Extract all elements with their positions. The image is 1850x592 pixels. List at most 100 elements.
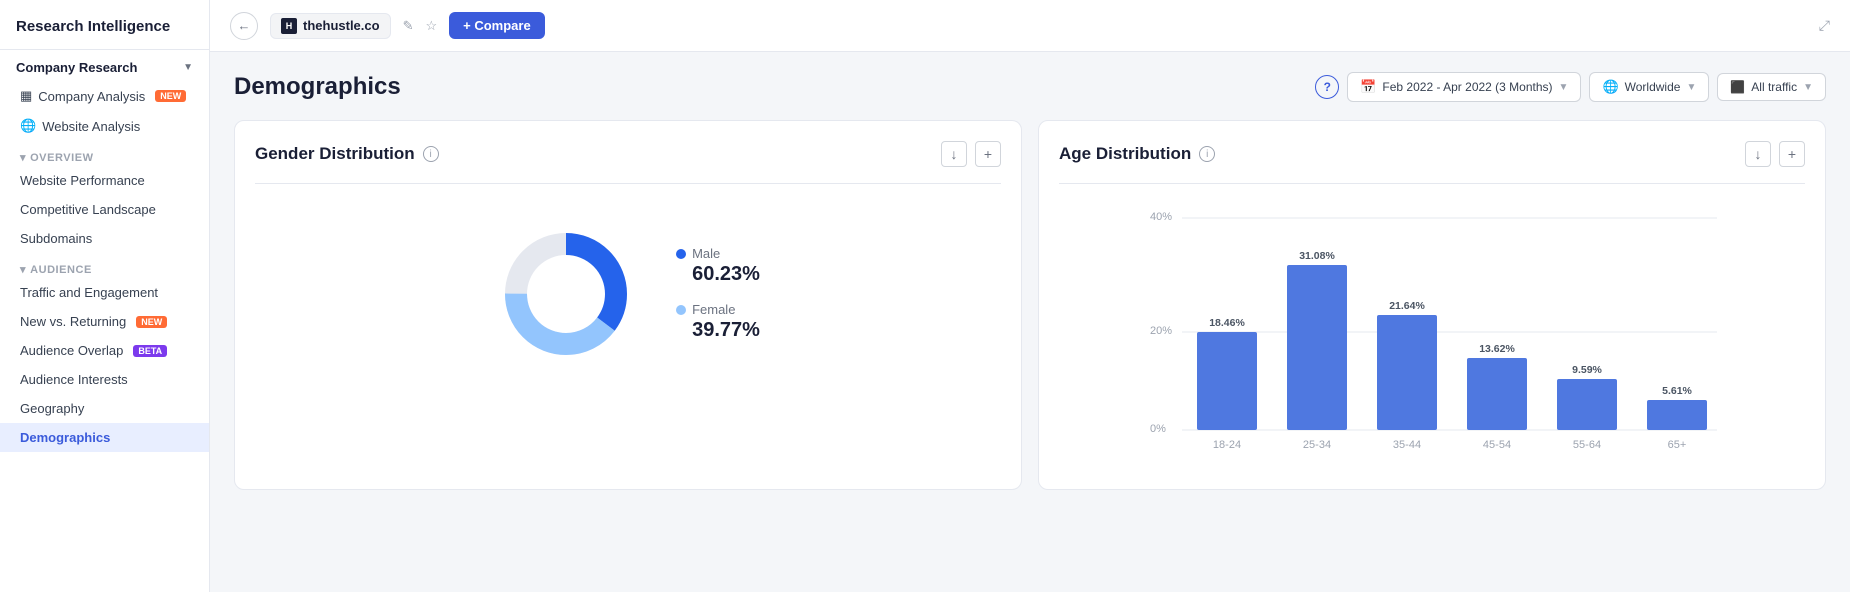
y-label-40: 40% bbox=[1150, 211, 1172, 223]
gender-chart-header: Gender Distribution i ↓ + bbox=[255, 141, 1001, 167]
male-value: 60.23% bbox=[692, 263, 760, 286]
bar-18-24 bbox=[1197, 332, 1257, 430]
bar-chart-area: 40% 20% 0% 18.46% 18-24 bbox=[1059, 204, 1805, 469]
gender-add-button[interactable]: + bbox=[975, 141, 1001, 167]
gender-title-row: Gender Distribution i bbox=[255, 144, 439, 164]
bar-35-44 bbox=[1377, 315, 1437, 430]
geography-label: Geography bbox=[20, 401, 84, 416]
gender-chart-card: Gender Distribution i ↓ + bbox=[234, 120, 1022, 490]
bar-45-54 bbox=[1467, 358, 1527, 430]
female-dot bbox=[676, 305, 686, 315]
x-label-45-54: 45-54 bbox=[1483, 439, 1511, 451]
page-header: Demographics ? 📅 Feb 2022 - Apr 2022 (3 … bbox=[234, 72, 1826, 102]
y-label-0: 0% bbox=[1150, 423, 1166, 435]
male-label: Male bbox=[692, 246, 720, 261]
demographics-label: Demographics bbox=[20, 430, 110, 445]
sidebar-item-audience-interests[interactable]: Audience Interests bbox=[0, 365, 209, 394]
overview-sub-label: ▾ Overview bbox=[0, 141, 209, 166]
site-name: thehustle.co bbox=[303, 18, 380, 33]
sidebar-item-audience-overlap[interactable]: Audience Overlap BETA bbox=[0, 336, 209, 365]
edit-icon[interactable]: ✎ bbox=[403, 18, 414, 34]
age-chart-card: Age Distribution i ↓ + 40% 20% 0% bbox=[1038, 120, 1826, 490]
date-filter-button[interactable]: 📅 Feb 2022 - Apr 2022 (3 Months) ▼ bbox=[1347, 72, 1581, 102]
geo-filter-label: Worldwide bbox=[1625, 80, 1681, 94]
beta-badge: BETA bbox=[133, 345, 167, 357]
x-label-35-44: 35-44 bbox=[1393, 439, 1421, 451]
female-legend-item: Female 39.77% bbox=[676, 302, 760, 342]
bar-25-34 bbox=[1287, 265, 1347, 430]
age-title-row: Age Distribution i bbox=[1059, 144, 1215, 164]
compare-button[interactable]: + Compare bbox=[449, 12, 545, 39]
donut-container: Male 60.23% Female 39.77% bbox=[255, 204, 1001, 374]
header-bar: ← H thehustle.co ✎ ☆ + Compare ⤢ bbox=[210, 0, 1850, 52]
bar-label-65plus: 5.61% bbox=[1662, 385, 1692, 397]
traffic-icon: ⬛ bbox=[1730, 80, 1745, 94]
sidebar-item-traffic-engagement[interactable]: Traffic and Engagement bbox=[0, 278, 209, 307]
site-favicon: H bbox=[281, 18, 297, 34]
donut-legend: Male 60.23% Female 39.77% bbox=[676, 246, 760, 342]
star-icon[interactable]: ☆ bbox=[425, 18, 437, 34]
back-button[interactable]: ← bbox=[230, 12, 258, 40]
sidebar-item-subdomains[interactable]: Subdomains bbox=[0, 224, 209, 253]
female-value: 39.77% bbox=[692, 319, 760, 342]
company-research-section[interactable]: Company Research ▼ bbox=[0, 50, 209, 81]
male-label-row: Male bbox=[676, 246, 760, 261]
age-bar-chart: 40% 20% 0% 18.46% 18-24 bbox=[1069, 204, 1795, 464]
age-download-button[interactable]: ↓ bbox=[1745, 141, 1771, 167]
traffic-filter-label: All traffic bbox=[1751, 80, 1797, 94]
geo-filter-button[interactable]: 🌐 Worldwide ▼ bbox=[1589, 72, 1709, 102]
date-filter-label: Feb 2022 - Apr 2022 (3 Months) bbox=[1382, 80, 1552, 94]
content-area: Demographics ? 📅 Feb 2022 - Apr 2022 (3 … bbox=[210, 52, 1850, 592]
bar-label-45-54: 13.62% bbox=[1479, 343, 1515, 355]
company-analysis-label: Company Analysis bbox=[38, 89, 145, 104]
sidebar-item-geography[interactable]: Geography bbox=[0, 394, 209, 423]
calendar-icon: 📅 bbox=[1360, 79, 1376, 95]
geo-chevron-icon: ▼ bbox=[1686, 82, 1696, 93]
expand-icon[interactable]: ⤢ bbox=[1819, 17, 1830, 34]
main-content: ← H thehustle.co ✎ ☆ + Compare ⤢ Demogra… bbox=[210, 0, 1850, 592]
new-badge-company: NEW bbox=[155, 90, 186, 102]
sidebar-item-website-analysis[interactable]: 🌐 Website Analysis bbox=[0, 111, 209, 141]
gender-info-icon[interactable]: i bbox=[423, 146, 439, 162]
website-performance-label: Website Performance bbox=[20, 173, 145, 188]
traffic-engagement-label: Traffic and Engagement bbox=[20, 285, 158, 300]
audience-overlap-label: Audience Overlap bbox=[20, 343, 123, 358]
gender-chart-actions: ↓ + bbox=[941, 141, 1001, 167]
x-label-55-64: 55-64 bbox=[1573, 439, 1601, 451]
audience-sub-label: ▾ Audience bbox=[0, 253, 209, 278]
filter-group: ? 📅 Feb 2022 - Apr 2022 (3 Months) ▼ 🌐 W… bbox=[1315, 72, 1826, 102]
traffic-filter-button[interactable]: ⬛ All traffic ▼ bbox=[1717, 73, 1826, 101]
bar-label-25-34: 31.08% bbox=[1299, 250, 1335, 262]
x-label-18-24: 18-24 bbox=[1213, 439, 1241, 451]
sidebar-item-new-returning[interactable]: New vs. Returning NEW bbox=[0, 307, 209, 336]
bar-65plus bbox=[1647, 400, 1707, 430]
age-add-button[interactable]: + bbox=[1779, 141, 1805, 167]
sidebar-item-demographics[interactable]: Demographics bbox=[0, 423, 209, 452]
subdomains-label: Subdomains bbox=[20, 231, 92, 246]
bar-label-18-24: 18.46% bbox=[1209, 317, 1245, 329]
grid-icon: ▦ bbox=[20, 88, 32, 104]
traffic-chevron-icon: ▼ bbox=[1803, 82, 1813, 93]
charts-grid: Gender Distribution i ↓ + bbox=[234, 120, 1826, 490]
x-label-65plus: 65+ bbox=[1668, 439, 1687, 451]
x-label-25-34: 25-34 bbox=[1303, 439, 1331, 451]
gender-download-button[interactable]: ↓ bbox=[941, 141, 967, 167]
competitive-landscape-label: Competitive Landscape bbox=[20, 202, 156, 217]
age-chart-actions: ↓ + bbox=[1745, 141, 1805, 167]
sidebar-item-website-performance[interactable]: Website Performance bbox=[0, 166, 209, 195]
globe-filter-icon: 🌐 bbox=[1602, 79, 1618, 95]
page-title: Demographics bbox=[234, 73, 401, 101]
female-label-row: Female bbox=[676, 302, 760, 317]
female-label: Female bbox=[692, 302, 735, 317]
audience-interests-label: Audience Interests bbox=[20, 372, 128, 387]
new-badge-returning: NEW bbox=[136, 316, 167, 328]
globe-icon: 🌐 bbox=[20, 118, 36, 134]
age-info-icon[interactable]: i bbox=[1199, 146, 1215, 162]
sidebar-item-company-analysis[interactable]: ▦ Company Analysis NEW bbox=[0, 81, 209, 111]
bar-label-55-64: 9.59% bbox=[1572, 364, 1602, 376]
company-research-chevron: ▼ bbox=[183, 62, 193, 73]
new-returning-label: New vs. Returning bbox=[20, 314, 126, 329]
help-icon[interactable]: ? bbox=[1315, 75, 1339, 99]
sidebar-item-competitive-landscape[interactable]: Competitive Landscape bbox=[0, 195, 209, 224]
age-chart-title: Age Distribution bbox=[1059, 144, 1191, 164]
